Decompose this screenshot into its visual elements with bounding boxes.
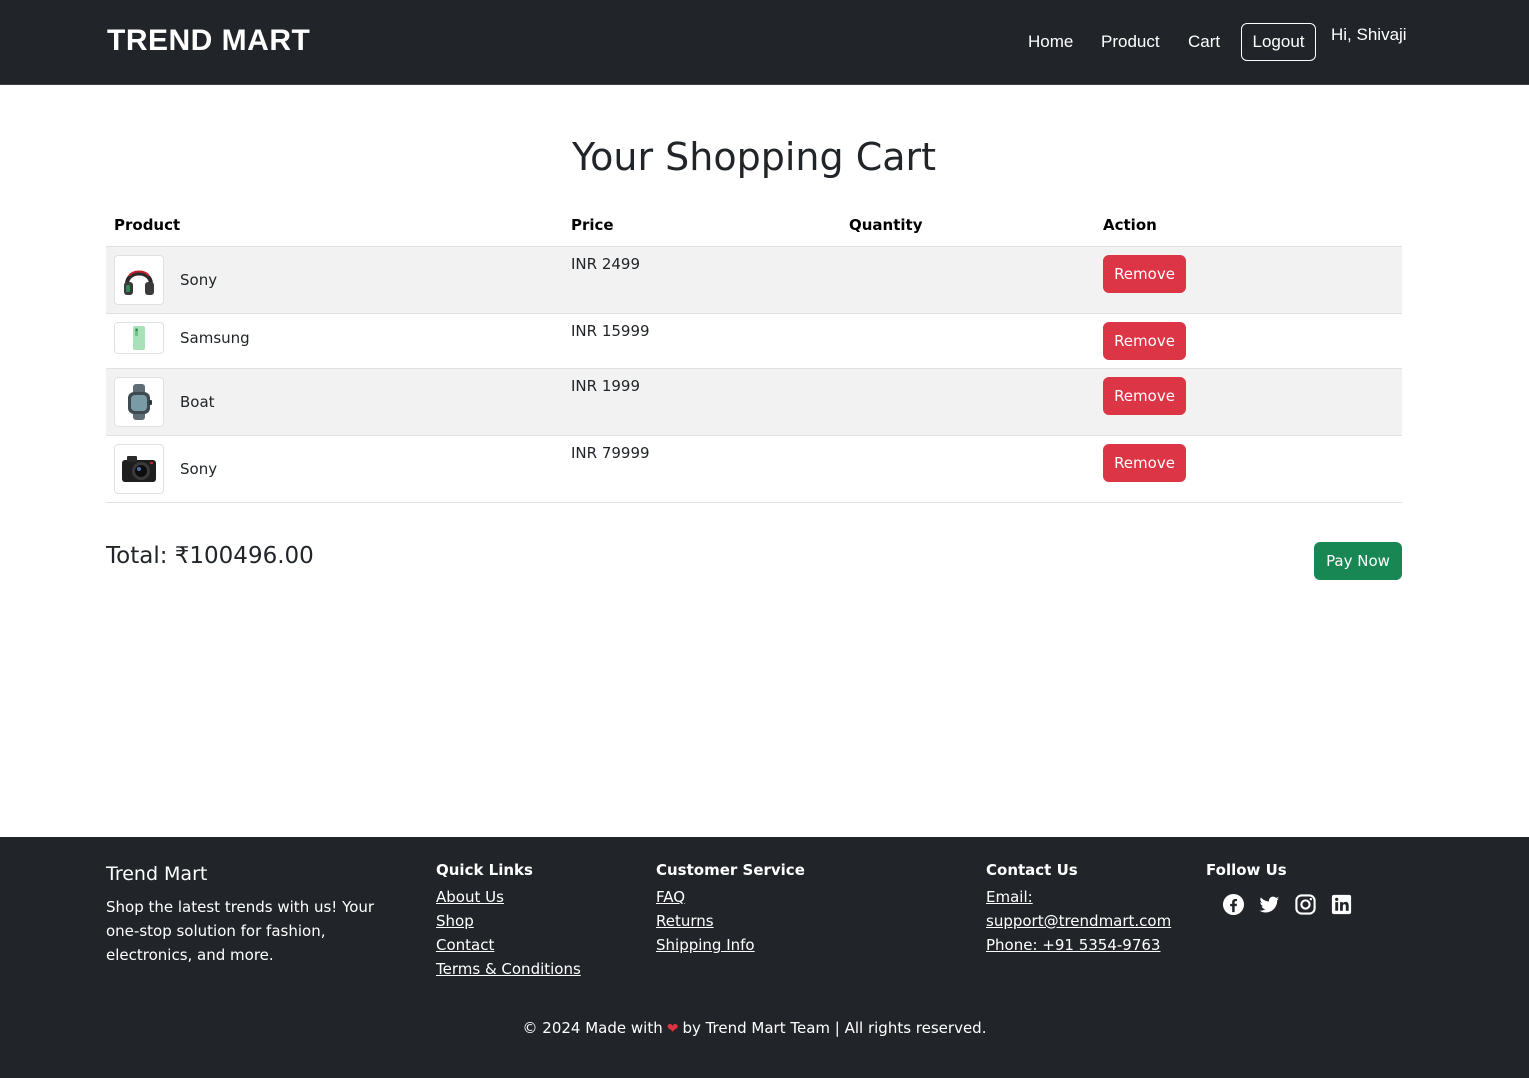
remove-button[interactable]: Remove (1103, 443, 1186, 482)
footer-about-section: Trend Mart Shop the latest trends with u… (106, 861, 401, 967)
social-icons (1222, 893, 1353, 916)
copyright-prefix: © 2024 Made with (522, 1019, 663, 1037)
footer-follow: Follow Us (1206, 861, 1353, 916)
column-header-quantity: Quantity (841, 205, 1095, 247)
footer: Trend Mart Shop the latest trends with u… (0, 837, 1529, 1078)
user-greeting: Hi, Shivaji (1331, 25, 1407, 44)
column-header-price: Price (563, 205, 841, 247)
footer-link-about-us[interactable]: About Us (436, 885, 581, 909)
product-name: Samsung (180, 328, 250, 347)
footer-link-returns[interactable]: Returns (656, 909, 805, 933)
footer-contact: Contact Us Email: support@trendmart.com … (986, 861, 1171, 957)
smartwatch-icon (114, 376, 164, 427)
table-row: Boat INR 1999 Remove (106, 368, 1402, 436)
page-title: Your Shopping Cart (571, 135, 937, 179)
footer-link-contact[interactable]: Contact (436, 933, 581, 957)
footer-phone-link[interactable]: Phone: +91 5354-9763 (986, 933, 1171, 957)
remove-button[interactable]: Remove (1103, 376, 1186, 415)
column-header-product: Product (106, 205, 563, 247)
column-header-action: Action (1095, 205, 1402, 247)
product-cell: Boat (106, 368, 563, 436)
pay-now-button[interactable]: Pay Now (1314, 542, 1402, 580)
nav-cart-link[interactable]: Cart (1188, 32, 1220, 52)
logout-button[interactable]: Logout (1241, 23, 1316, 61)
product-name: Boat (180, 392, 215, 411)
copyright: © 2024 Made with ❤ by Trend Mart Team | Al… (0, 1019, 1509, 1037)
product-price: INR 15999 (563, 313, 841, 369)
camera-icon (114, 443, 164, 494)
table-row: Sony INR 79999 Remove (106, 435, 1402, 503)
footer-quick-links: Quick Links About Us Shop Contact Terms … (436, 861, 581, 981)
product-price: INR 2499 (563, 246, 841, 314)
cart-total: Total: ₹100496.00 (106, 543, 314, 569)
brand-logo[interactable]: TREND MART (107, 24, 310, 58)
navbar: TREND MART Home Product Cart Logout Hi, … (0, 0, 1529, 85)
product-cell: Sony (106, 246, 563, 314)
product-price: INR 1999 (563, 368, 841, 436)
footer-heading: Contact Us (986, 861, 1078, 879)
product-cell: Sony (106, 435, 563, 503)
linkedin-icon[interactable] (1330, 893, 1353, 916)
phone-icon (114, 321, 164, 354)
product-cell: Samsung (106, 313, 563, 369)
footer-link-shipping[interactable]: Shipping Info (656, 933, 805, 957)
footer-link-terms[interactable]: Terms & Conditions (436, 957, 581, 981)
remove-button[interactable]: Remove (1103, 321, 1186, 360)
headphones-icon (114, 254, 164, 305)
cart-table: Product Price Quantity Action Sony INR 2… (106, 205, 1402, 503)
footer-email-label[interactable]: Email: (986, 885, 1171, 909)
product-quantity (841, 368, 1095, 436)
table-row: Sony INR 2499 Remove (106, 246, 1402, 314)
footer-link-faq[interactable]: FAQ (656, 885, 805, 909)
product-price: INR 79999 (563, 435, 841, 503)
product-quantity (841, 435, 1095, 503)
footer-heading: Quick Links (436, 861, 533, 879)
facebook-icon[interactable] (1222, 893, 1245, 916)
table-row: Samsung INR 15999 Remove (106, 313, 1402, 369)
nav-product-link[interactable]: Product (1101, 32, 1160, 52)
footer-link-shop[interactable]: Shop (436, 909, 581, 933)
footer-about-text: Shop the latest trends with us! Your one… (106, 898, 375, 964)
product-name: Sony (180, 459, 218, 478)
footer-brand: Trend Mart (106, 863, 208, 885)
nav-home-link[interactable]: Home (1028, 32, 1073, 52)
table-header-row: Product Price Quantity Action (106, 205, 1402, 247)
footer-email-link[interactable]: support@trendmart.com (986, 909, 1171, 933)
product-quantity (841, 313, 1095, 369)
remove-button[interactable]: Remove (1103, 254, 1186, 293)
footer-customer-service: Customer Service FAQ Returns Shipping In… (656, 861, 805, 957)
product-name: Sony (180, 270, 218, 289)
heart-icon: ❤ (666, 1021, 679, 1037)
footer-heading: Customer Service (656, 861, 805, 879)
instagram-icon[interactable] (1294, 893, 1317, 916)
footer-heading: Follow Us (1206, 861, 1287, 879)
product-quantity (841, 246, 1095, 314)
copyright-suffix: by Trend Mart Team | All rights reserved… (682, 1019, 987, 1037)
twitter-icon[interactable] (1258, 893, 1281, 916)
